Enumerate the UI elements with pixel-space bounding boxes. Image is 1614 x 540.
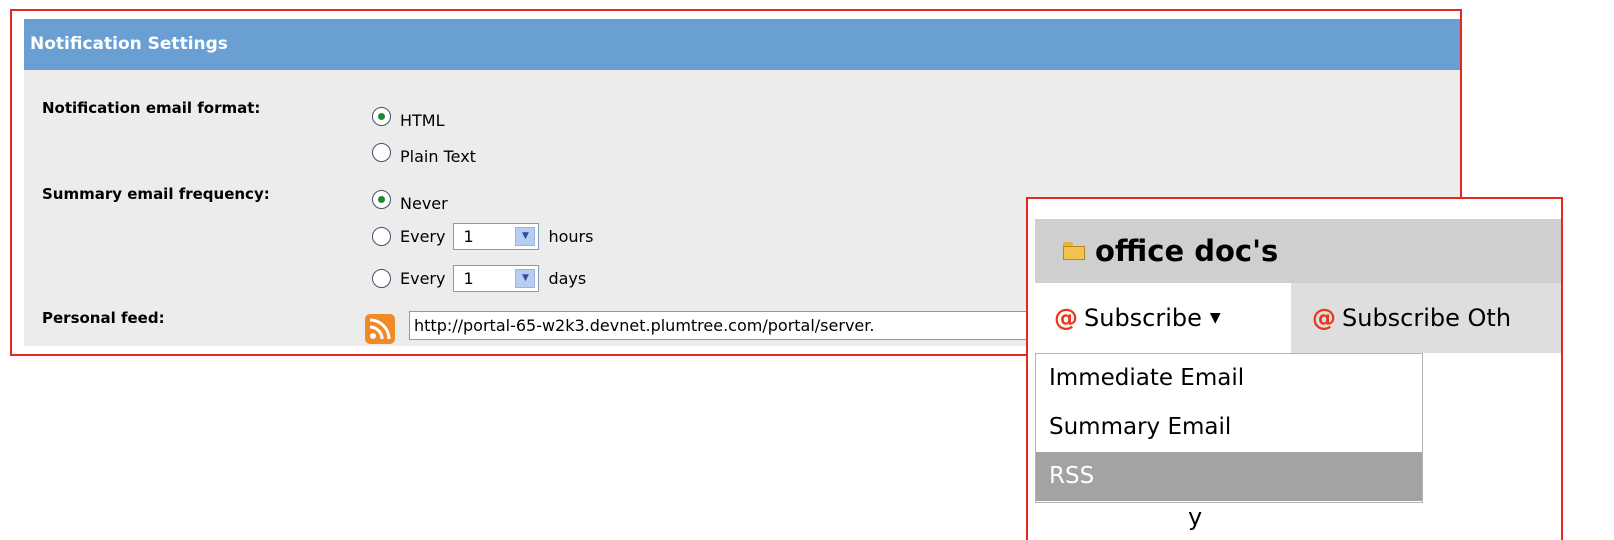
freq-never-option[interactable]: Never	[372, 185, 448, 213]
panel-title: Notification Settings	[24, 19, 1460, 70]
freq-hours-option[interactable]: Every 1 ▼ hours	[372, 222, 593, 250]
rss-icon[interactable]	[365, 314, 395, 344]
freq-hours-radio[interactable]	[372, 226, 391, 246]
folder-title: office doc's	[1095, 234, 1279, 268]
caret-down-icon: ▼	[1209, 310, 1221, 326]
obscured-text-fragment: y	[1188, 503, 1203, 531]
freq-days-radio[interactable]	[372, 268, 391, 288]
folder-icon	[1063, 242, 1085, 260]
email-format-label: Notification email format:	[42, 99, 261, 117]
hours-unit-label: hours	[548, 226, 594, 246]
freq-never-radio[interactable]	[372, 189, 391, 209]
format-plain-label: Plain Text	[400, 146, 476, 166]
format-html-radio[interactable]	[372, 106, 391, 126]
subscribe-others-label: Subscribe Oth	[1342, 304, 1512, 332]
subscribe-toolbar: @ Subscribe ▼ @ Subscribe Oth	[1035, 283, 1561, 353]
callout-frame: office doc's @ Subscribe ▼ @ Subscribe O…	[1026, 197, 1563, 540]
personal-feed-url-field[interactable]: http://portal-65-w2k3.devnet.plumtree.co…	[409, 311, 1109, 340]
folder-title-bar: office doc's	[1035, 219, 1561, 283]
freq-hours-every-label: Every	[400, 226, 446, 246]
freq-days-every-label: Every	[400, 268, 446, 288]
subscribe-dropdown: Immediate Email Summary Email RSS	[1035, 353, 1423, 503]
hours-select[interactable]: 1 ▼	[453, 222, 540, 250]
freq-never-label: Never	[400, 193, 448, 213]
days-select-value: 1	[463, 268, 474, 288]
chevron-down-icon[interactable]: ▼	[515, 226, 536, 246]
personal-feed-label: Personal feed:	[42, 309, 165, 327]
menu-item-rss[interactable]: RSS	[1036, 452, 1422, 501]
email-frequency-label: Summary email frequency:	[42, 185, 270, 203]
subscribe-menu-callout: office doc's @ Subscribe ▼ @ Subscribe O…	[1026, 197, 1614, 540]
subscribe-label: Subscribe	[1084, 304, 1202, 332]
at-icon: @	[1054, 304, 1078, 332]
days-select[interactable]: 1 ▼	[453, 264, 540, 292]
subscribe-others-button[interactable]: @ Subscribe Oth	[1293, 283, 1511, 353]
format-html-option[interactable]: HTML	[372, 102, 445, 130]
format-html-label: HTML	[400, 110, 445, 130]
hours-select-value: 1	[463, 226, 474, 246]
menu-item-summary-email[interactable]: Summary Email	[1036, 403, 1422, 452]
menu-item-immediate-email[interactable]: Immediate Email	[1036, 354, 1422, 403]
format-plain-option[interactable]: Plain Text	[372, 138, 476, 166]
days-unit-label: days	[548, 268, 587, 288]
subscribe-button[interactable]: @ Subscribe ▼	[1035, 283, 1291, 353]
format-plain-radio[interactable]	[372, 142, 391, 162]
at-icon: @	[1312, 304, 1336, 332]
chevron-down-icon[interactable]: ▼	[515, 268, 536, 288]
freq-days-option[interactable]: Every 1 ▼ days	[372, 264, 586, 292]
